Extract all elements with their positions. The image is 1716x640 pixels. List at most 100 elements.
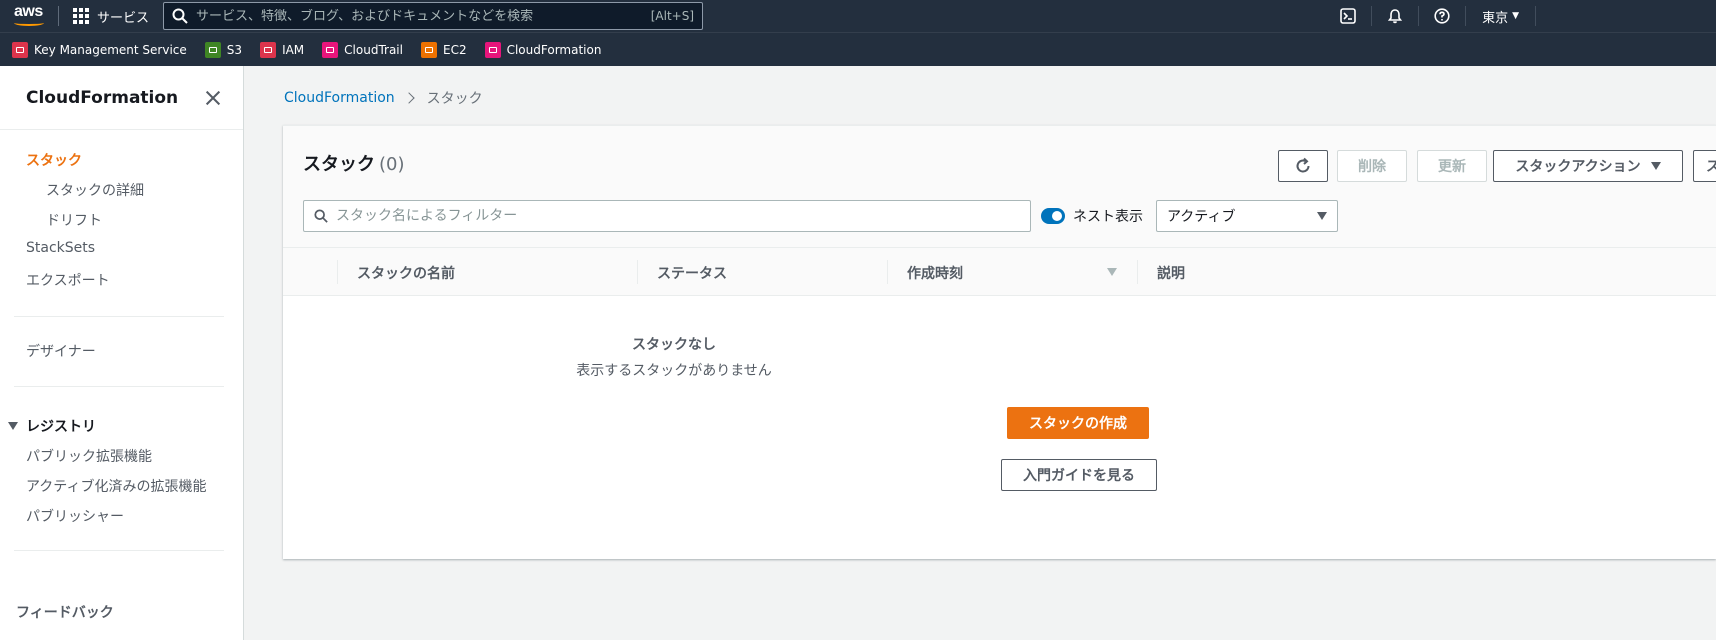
cloudshell-button[interactable] bbox=[1325, 0, 1371, 32]
terminal-icon bbox=[1340, 8, 1356, 24]
create-stack-primary-button[interactable]: スタックの作成 bbox=[1007, 407, 1149, 439]
top-right-controls: 東京 ▼ bbox=[1325, 0, 1716, 32]
feedback-link[interactable]: フィードバック bbox=[16, 602, 114, 622]
divider bbox=[14, 386, 224, 387]
divider bbox=[14, 316, 224, 317]
aws-logo[interactable]: aws bbox=[10, 0, 58, 32]
divider bbox=[14, 550, 224, 551]
side-nav-title[interactable]: CloudFormation bbox=[26, 88, 178, 108]
refresh-button[interactable] bbox=[1278, 150, 1328, 182]
empty-state-title: スタックなし bbox=[632, 337, 716, 353]
favorite-label: IAM bbox=[282, 42, 305, 57]
empty-state-subtitle: 表示するスタックがありません bbox=[576, 363, 772, 379]
column-header-created[interactable]: 作成時刻 bbox=[907, 263, 963, 283]
stacks-panel-header: スタック(0) 削除 更新 スタックアクション ス ネスト表示 アクティブ bbox=[283, 126, 1716, 248]
divider bbox=[58, 6, 59, 26]
aws-smile-icon bbox=[14, 20, 44, 26]
update-button[interactable]: 更新 bbox=[1417, 150, 1487, 182]
caret-down-icon: ▼ bbox=[1512, 11, 1519, 21]
favorite-iam[interactable]: IAM bbox=[260, 41, 305, 58]
side-nav-header: CloudFormation bbox=[0, 66, 243, 130]
refresh-icon bbox=[1296, 157, 1310, 173]
nested-view-label: ネスト表示 bbox=[1073, 209, 1143, 225]
services-label: サービス bbox=[97, 10, 150, 26]
cloudtrail-service-icon bbox=[322, 41, 339, 58]
search-icon bbox=[172, 8, 188, 24]
column-divider bbox=[887, 260, 888, 284]
sidebar-item-drift[interactable]: ドリフト bbox=[46, 210, 102, 230]
global-search-input[interactable] bbox=[196, 8, 651, 24]
status-filter-select[interactable]: アクティブ bbox=[1156, 200, 1338, 232]
column-divider bbox=[637, 260, 638, 284]
column-header-name[interactable]: スタックの名前 bbox=[357, 263, 455, 283]
iam-service-icon bbox=[260, 41, 277, 58]
sidebar-item-stacksets[interactable]: StackSets bbox=[26, 240, 95, 256]
notifications-button[interactable] bbox=[1372, 0, 1418, 32]
column-header-status[interactable]: ステータス bbox=[657, 263, 727, 283]
cloudformation-service-icon bbox=[484, 41, 501, 58]
favorite-kms[interactable]: Key Management Service bbox=[12, 41, 187, 58]
status-filter-value: アクティブ bbox=[1167, 209, 1236, 225]
search-shortcut-hint: [Alt+S] bbox=[650, 9, 695, 23]
create-stack-button[interactable]: ス bbox=[1693, 150, 1716, 182]
region-selector[interactable]: 東京 ▼ bbox=[1466, 7, 1535, 26]
bell-icon bbox=[1387, 9, 1403, 24]
kms-service-icon bbox=[12, 41, 28, 58]
chevron-right-icon bbox=[402, 92, 415, 104]
ec2-service-icon bbox=[420, 41, 437, 58]
favorite-ec2[interactable]: EC2 bbox=[420, 41, 467, 58]
favorite-label: CloudFormation bbox=[506, 42, 602, 57]
favorite-cloudformation[interactable]: CloudFormation bbox=[484, 41, 602, 58]
favorite-cloudtrail[interactable]: CloudTrail bbox=[322, 41, 403, 58]
close-icon[interactable] bbox=[203, 88, 223, 108]
help-icon bbox=[1434, 8, 1450, 24]
nested-view-toggle[interactable] bbox=[1041, 208, 1065, 224]
sidebar-section-registry[interactable]: レジストリ bbox=[8, 416, 96, 436]
table-header: スタックの名前 ステータス 作成時刻 説明 bbox=[283, 248, 1716, 296]
favorite-label: EC2 bbox=[442, 42, 467, 57]
grid-icon bbox=[73, 8, 89, 24]
getting-started-guide-button[interactable]: 入門ガイドを見る bbox=[1001, 459, 1157, 491]
s3-service-icon bbox=[204, 41, 221, 58]
column-header-description[interactable]: 説明 bbox=[1157, 263, 1185, 283]
region-label: 東京 bbox=[1482, 10, 1509, 26]
breadcrumb: CloudFormation スタック bbox=[284, 88, 483, 108]
stack-actions-button[interactable]: スタックアクション bbox=[1493, 150, 1683, 182]
side-navigation: CloudFormation スタック スタックの詳細 ドリフト StackSe… bbox=[0, 66, 244, 640]
search-icon bbox=[314, 209, 328, 223]
column-divider bbox=[337, 260, 338, 284]
global-search[interactable]: [Alt+S] bbox=[163, 2, 704, 30]
stacks-panel: スタック(0) 削除 更新 スタックアクション ス ネスト表示 アクティブ スタ… bbox=[283, 125, 1716, 559]
stacks-count: (0) bbox=[379, 154, 405, 175]
sidebar-item-stack-details[interactable]: スタックの詳細 bbox=[46, 180, 144, 200]
breadcrumb-current: スタック bbox=[426, 91, 483, 107]
sidebar-item-public-extensions[interactable]: パブリック拡張機能 bbox=[26, 446, 152, 466]
sidebar-item-stacks[interactable]: スタック bbox=[26, 150, 82, 170]
sidebar-item-exports[interactable]: エクスポート bbox=[26, 270, 110, 290]
top-navigation: aws サービス [Alt+S] 東京 ▼ bbox=[0, 0, 1716, 32]
favorite-label: S3 bbox=[226, 42, 243, 57]
aws-logo-text: aws bbox=[14, 3, 43, 20]
stack-filter-input[interactable] bbox=[336, 208, 1020, 224]
delete-button[interactable]: 削除 bbox=[1337, 150, 1407, 182]
caret-down-icon bbox=[8, 422, 18, 430]
services-menu-button[interactable]: サービス bbox=[73, 7, 149, 26]
favorite-label: CloudTrail bbox=[344, 42, 403, 57]
page-title: スタック (0) bbox=[303, 150, 405, 176]
registry-label: レジストリ bbox=[26, 419, 96, 435]
stack-filter[interactable] bbox=[303, 200, 1031, 232]
favorites-bar: Key Management Service S3 IAM CloudTrail… bbox=[0, 32, 1716, 66]
sort-descending-icon[interactable] bbox=[1107, 268, 1117, 276]
breadcrumb-root-link[interactable]: CloudFormation bbox=[284, 90, 395, 106]
divider bbox=[1535, 6, 1536, 26]
stacks-title: スタック bbox=[303, 154, 375, 175]
sidebar-item-activated-extensions[interactable]: アクティブ化済みの拡張機能 bbox=[26, 476, 206, 496]
sidebar-item-publisher[interactable]: パブリッシャー bbox=[26, 506, 124, 526]
help-button[interactable] bbox=[1419, 0, 1465, 32]
favorite-s3[interactable]: S3 bbox=[204, 41, 243, 58]
caret-down-icon bbox=[1317, 212, 1327, 220]
sidebar-item-designer[interactable]: デザイナー bbox=[26, 341, 96, 361]
stack-actions-label: スタックアクション bbox=[1515, 159, 1641, 175]
caret-down-icon bbox=[1650, 162, 1661, 170]
column-divider bbox=[1137, 260, 1138, 284]
